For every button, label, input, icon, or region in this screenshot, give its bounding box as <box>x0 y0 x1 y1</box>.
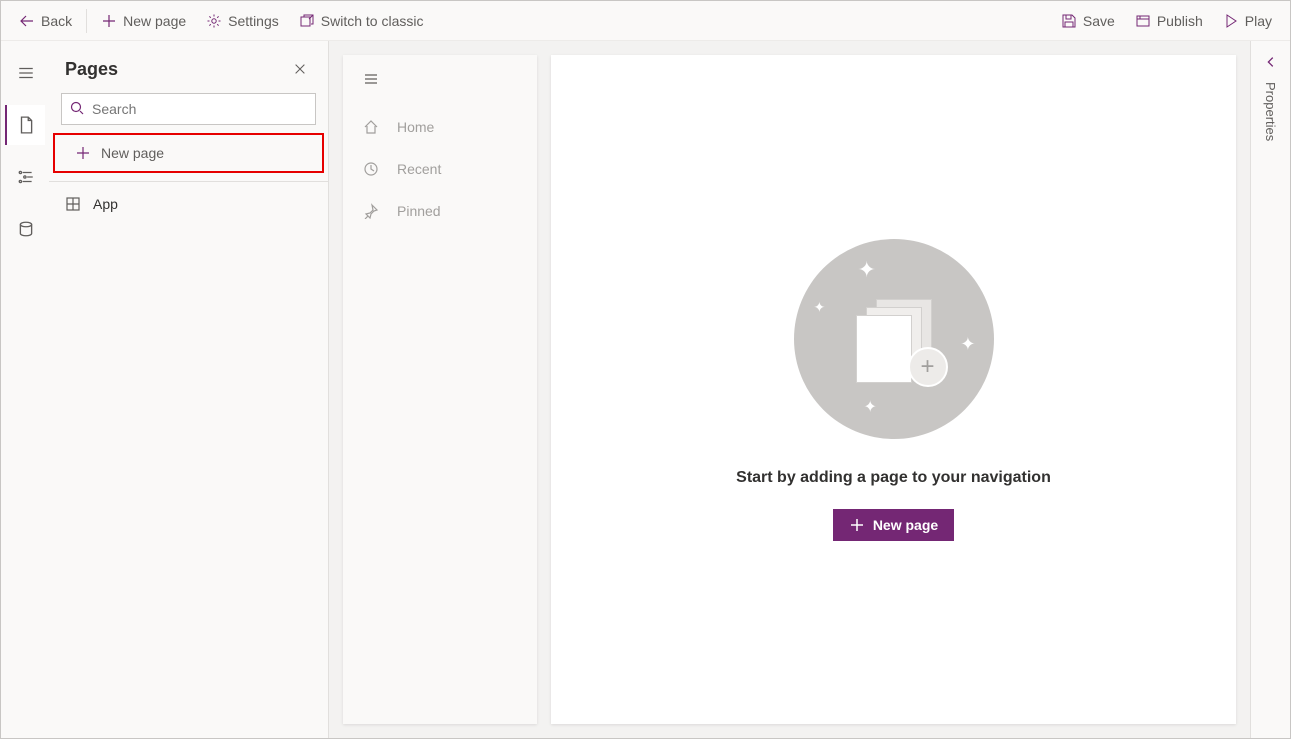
plus-icon <box>75 145 91 161</box>
publish-icon <box>1135 13 1151 29</box>
pages-panel: Pages New page App <box>49 41 329 738</box>
save-label: Save <box>1083 13 1115 29</box>
highlight-annotation: New page <box>53 133 324 173</box>
settings-label: Settings <box>228 13 279 29</box>
nav-item-recent[interactable]: Recent <box>343 148 537 190</box>
left-rail <box>1 41 49 738</box>
empty-new-page-button[interactable]: New page <box>833 509 954 541</box>
canvas-area: Home Recent Pinned ✦ ✦ ✦ ✦ + <box>329 41 1250 738</box>
pin-icon <box>363 203 379 219</box>
properties-rail: Properties <box>1250 41 1290 738</box>
switch-icon <box>299 13 315 29</box>
main-area: Pages New page App <box>1 41 1290 738</box>
gear-icon <box>206 13 222 29</box>
panel-close-button[interactable] <box>288 57 312 81</box>
publish-label: Publish <box>1157 13 1203 29</box>
play-button[interactable]: Play <box>1213 3 1282 39</box>
empty-state-graphic: ✦ ✦ ✦ ✦ + <box>794 239 994 439</box>
sparkle-icon: ✦ <box>858 257 876 283</box>
tree-item-app[interactable]: App <box>49 186 328 222</box>
rail-data-button[interactable] <box>5 209 45 249</box>
search-input[interactable] <box>61 93 316 125</box>
page-rect <box>856 315 912 383</box>
top-toolbar: Back New page Settings Switch to classic… <box>1 1 1290 41</box>
save-button[interactable]: Save <box>1051 3 1125 39</box>
nav-preview-hamburger[interactable] <box>343 71 537 106</box>
hamburger-icon <box>363 71 379 87</box>
toolbar-separator <box>86 9 87 33</box>
panel-title: Pages <box>65 59 118 80</box>
rail-tree-button[interactable] <box>5 157 45 197</box>
database-icon <box>17 220 35 238</box>
settings-button[interactable]: Settings <box>196 3 289 39</box>
play-icon <box>1223 13 1239 29</box>
save-icon <box>1061 13 1077 29</box>
close-icon <box>293 62 307 76</box>
new-page-toolbar-button[interactable]: New page <box>91 3 196 39</box>
nav-preview: Home Recent Pinned <box>343 55 537 724</box>
chevron-left-icon <box>1264 55 1278 69</box>
switch-classic-button[interactable]: Switch to classic <box>289 3 434 39</box>
new-page-toolbar-label: New page <box>123 13 186 29</box>
nav-item-home-label: Home <box>397 119 434 135</box>
switch-classic-label: Switch to classic <box>321 13 424 29</box>
sparkle-icon: ✦ <box>864 397 877 417</box>
empty-state-message: Start by adding a page to your navigatio… <box>736 469 1051 487</box>
properties-label: Properties <box>1263 82 1278 141</box>
home-icon <box>363 119 379 135</box>
publish-button[interactable]: Publish <box>1125 3 1213 39</box>
properties-expand-button[interactable] <box>1264 55 1278 72</box>
toolbar-right: Save Publish Play <box>1051 3 1282 39</box>
arrow-left-icon <box>19 13 35 29</box>
play-label: Play <box>1245 13 1272 29</box>
hamburger-icon <box>17 64 35 82</box>
grid-icon <box>65 196 81 212</box>
back-label: Back <box>41 13 72 29</box>
panel-header: Pages <box>49 41 328 93</box>
nav-item-pinned-label: Pinned <box>397 203 441 219</box>
rail-pages-button[interactable] <box>5 105 45 145</box>
back-button[interactable]: Back <box>9 3 82 39</box>
search-icon <box>69 100 85 116</box>
panel-new-page-button[interactable]: New page <box>59 135 318 171</box>
search-wrap <box>49 93 328 133</box>
nav-item-pinned[interactable]: Pinned <box>343 190 537 232</box>
panel-new-page-label: New page <box>101 145 164 161</box>
plus-badge-icon: + <box>908 347 948 387</box>
empty-new-page-label: New page <box>873 517 938 533</box>
nav-item-recent-label: Recent <box>397 161 441 177</box>
tree-icon <box>17 168 35 186</box>
content-preview: ✦ ✦ ✦ ✦ + Start by adding a page to your… <box>551 55 1236 724</box>
nav-item-home[interactable]: Home <box>343 106 537 148</box>
panel-divider <box>49 181 328 182</box>
clock-icon <box>363 161 379 177</box>
sparkle-icon: ✦ <box>814 299 826 316</box>
pages-stack-graphic: + <box>854 299 934 379</box>
plus-icon <box>101 13 117 29</box>
tree-item-app-label: App <box>93 196 118 212</box>
page-icon <box>17 116 35 134</box>
sparkle-icon: ✦ <box>960 334 975 355</box>
toolbar-left: Back New page Settings Switch to classic <box>9 3 1051 39</box>
plus-icon <box>849 517 865 533</box>
rail-hamburger-button[interactable] <box>5 53 45 93</box>
